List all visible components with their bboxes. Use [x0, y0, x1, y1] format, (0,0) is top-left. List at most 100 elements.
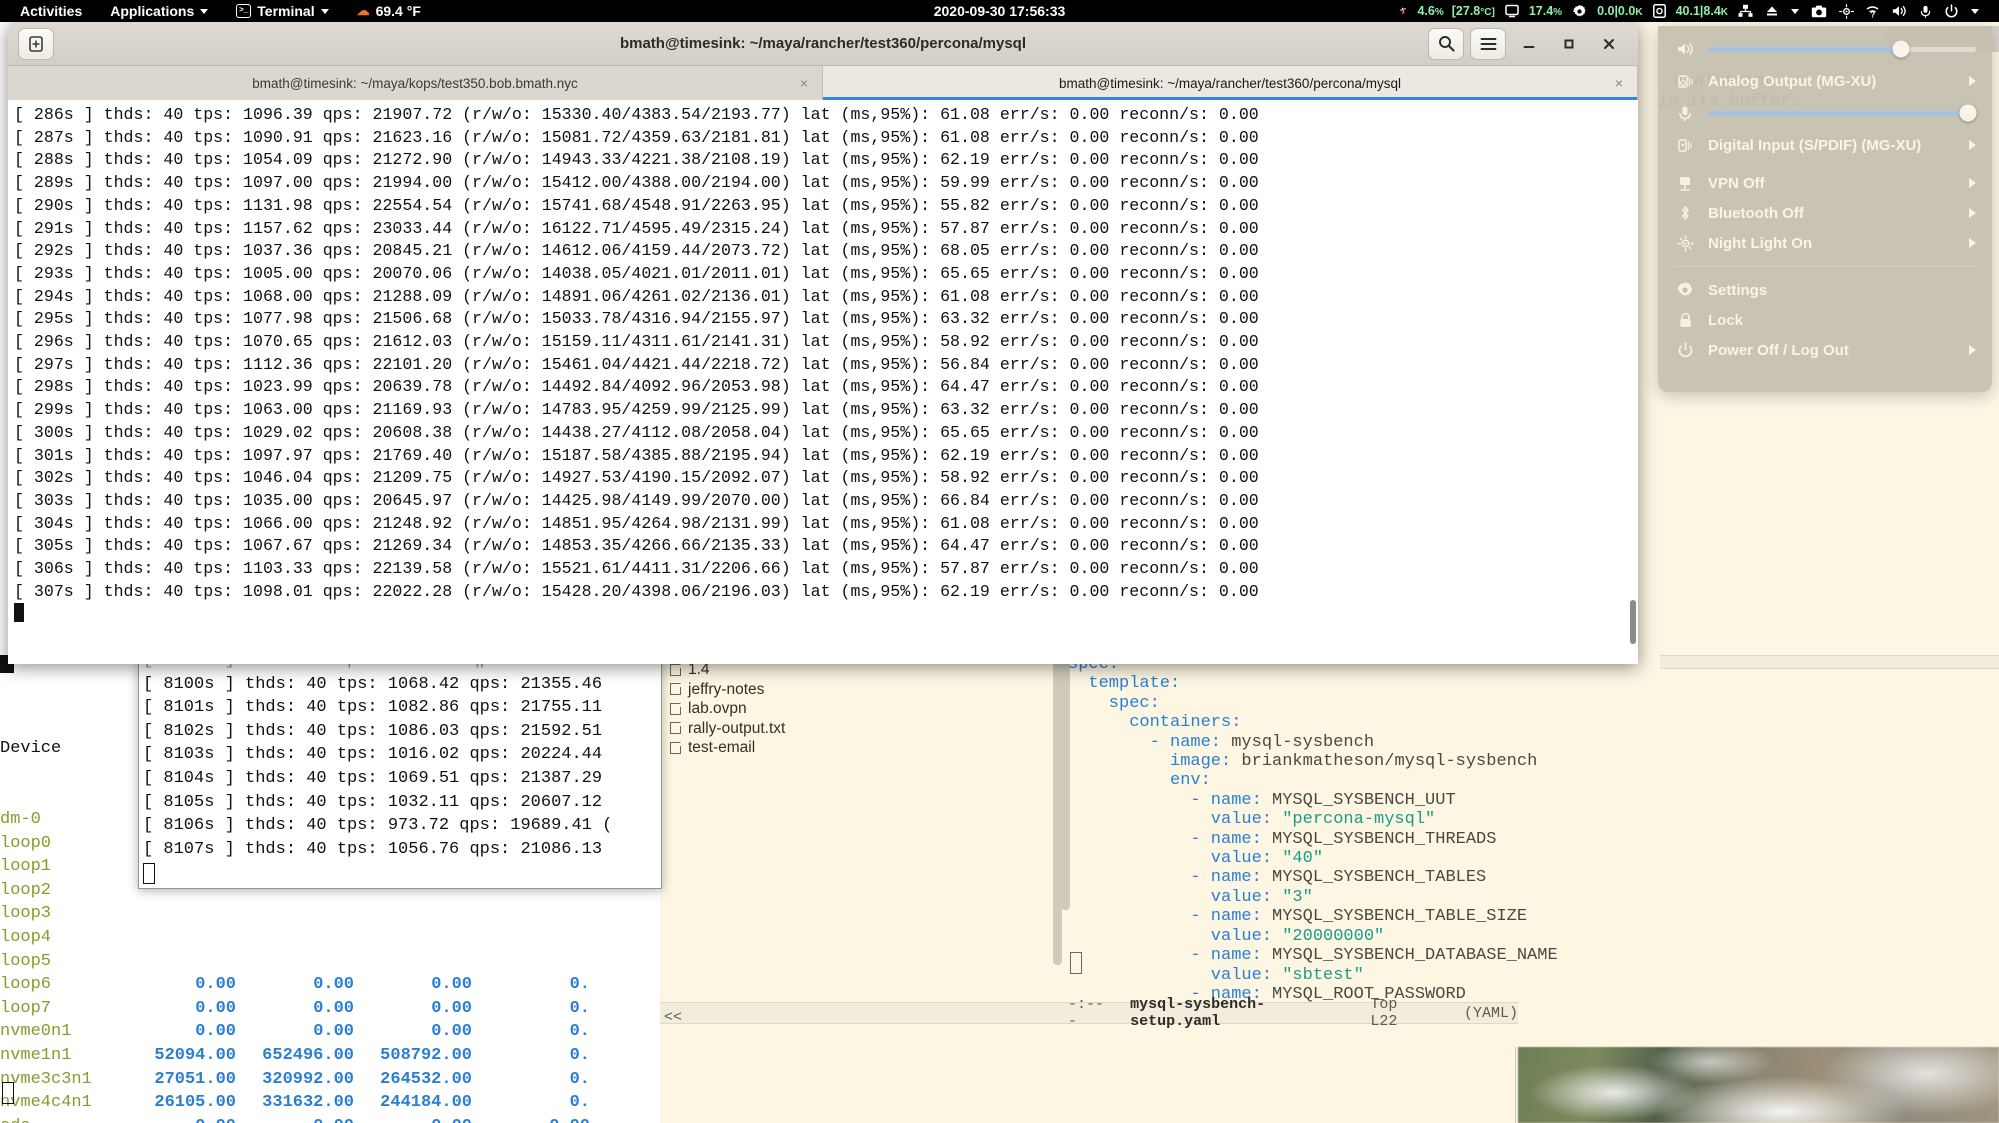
secondary-terminal-window[interactable]: [ 8099s ] thds: 40 tps: 1013.01 qps: 204… [138, 660, 662, 889]
applications-menu[interactable]: Applications [96, 0, 222, 22]
secondary-terminal-line: [ 8107s ] thds: 40 tps: 1056.76 qps: 210… [143, 839, 603, 859]
maximize-button[interactable] [1552, 27, 1586, 61]
terminal-tab-0-close-icon[interactable]: × [800, 76, 808, 90]
volume-slider-row[interactable] [1658, 32, 1992, 66]
chevron-down-icon[interactable] [1965, 0, 1985, 22]
terminal-cursor [14, 603, 24, 623]
terminal-scrollbar[interactable] [1630, 600, 1636, 644]
sysmenu-row-settings[interactable]: Settings [1658, 275, 1992, 305]
volume-slider-knob[interactable] [1892, 40, 1910, 58]
yaml-code-line: - name: MYSQL_SYSBENCH_TABLE_SIZE [1068, 907, 1668, 926]
sysmenu-row-power[interactable]: Power Off / Log Out [1658, 335, 1992, 365]
dired-file-item[interactable]: lab.ovpn [660, 699, 1054, 719]
terminal-window[interactable]: bmath@timesink: ~/maya/rancher/test360/p… [8, 22, 1638, 664]
yaml-token: "3" [1272, 887, 1313, 907]
sysmenu-spacer [1658, 160, 1992, 168]
slack-icon[interactable] [1393, 2, 1413, 20]
terminal-tabbar[interactable]: bmath@timesink: ~/maya/kops/test350.bob.… [8, 66, 1638, 100]
terminal-output-line: [ 289s ] thds: 40 tps: 1097.00 qps: 2199… [14, 173, 1259, 193]
power-icon[interactable] [1938, 0, 1965, 22]
microphone-slider-track[interactable] [1708, 104, 1977, 122]
volume-icon [1674, 41, 1696, 57]
dired-file-item[interactable]: jeffry-notes [660, 680, 1054, 700]
eject-icon[interactable] [1759, 0, 1785, 22]
sysmenu-row-analog-output[interactable]: Analog Output (MG-XU) [1658, 66, 1992, 96]
iostat-device-name: nvme3c3n1 [0, 1069, 92, 1089]
sysmenu-row-lock[interactable]: Lock [1658, 305, 1992, 335]
sysmenu-row-vpn-label: VPN Off [1708, 174, 1765, 192]
sysmenu-row-digital-input-label: Digital Input (S/PDIF) (MG-XU) [1708, 136, 1922, 154]
dired-file-list[interactable]: 1.4 jeffry-notes lab.ovpn rally-output.txt t… [660, 660, 1054, 1010]
secondary-terminal-line: [ 8105s ] thds: 40 tps: 1032.11 qps: 206… [143, 792, 603, 812]
sysmenu-row-power-label: Power Off / Log Out [1708, 341, 1849, 359]
iostat-value [472, 926, 590, 950]
dired-file-item[interactable]: rally-output.txt [660, 719, 1054, 739]
terminal-block-cursor-bottom [2, 1082, 14, 1104]
monitor-icon[interactable] [1499, 0, 1525, 22]
chevron-down-icon[interactable] [1785, 0, 1805, 22]
sysmenu-row-bluetooth[interactable]: Bluetooth Off [1658, 198, 1992, 228]
menu-button[interactable] [1470, 27, 1506, 60]
sysmenu-row-vpn[interactable]: VPN Off [1658, 168, 1992, 198]
secondary-terminal-line: [ 8106s ] thds: 40 tps: 973.72 qps: 1968… [143, 816, 613, 836]
terminal-tab-0[interactable]: bmath@timesink: ~/maya/kops/test350.bob.… [8, 66, 823, 100]
gnome-top-bar[interactable]: Activities Applications >_ Terminal ☁ 69… [0, 0, 1999, 22]
sysmenu-row-digital-input[interactable]: Digital Input (S/PDIF) (MG-XU) [1658, 130, 1992, 160]
network-question-icon[interactable]: ? [1860, 0, 1885, 22]
terminal-tab-1[interactable]: bmath@timesink: ~/maya/rancher/test360/p… [823, 66, 1638, 100]
yaml-code-line: - name: MYSQL_SYSBENCH_THREADS [1068, 830, 1668, 849]
activities-label: Activities [20, 3, 83, 19]
yaml-token: value: [1210, 965, 1273, 985]
yaml-editor-buffer[interactable]: spec: template: spec: containers: - name: my… [1068, 655, 1668, 1005]
iostat-device-name: nvme4c4n1 [0, 1093, 92, 1113]
dired-file-label: rally-output.txt [688, 719, 786, 737]
new-terminal-button[interactable] [18, 27, 54, 60]
yaml-code-line: - name: mysql-sysbench [1068, 733, 1668, 752]
search-button[interactable] [1428, 27, 1464, 60]
iostat-row: nvme4c4n1 26105.00 331632.00 244184.00 0. [0, 1091, 590, 1115]
close-button[interactable] [1592, 27, 1626, 61]
yaml-token: briankmatheson/mysql-sysbench [1231, 752, 1538, 772]
gear-icon[interactable] [1566, 0, 1593, 22]
disk-icon[interactable] [1647, 0, 1672, 22]
yaml-scrollbar[interactable] [1061, 655, 1070, 910]
iostat-value: 0.00 [431, 975, 472, 995]
dired-file-item[interactable]: test-email [660, 738, 1054, 758]
activities-button[interactable]: Activities [10, 0, 96, 22]
terminal-output-area[interactable]: [ 286s ] thds: 40 tps: 1096.39 qps: 2190… [8, 100, 1638, 664]
minimize-button[interactable] [1512, 27, 1546, 61]
microphone-icon[interactable] [1913, 0, 1938, 22]
terminal-tab-1-close-icon[interactable]: × [1615, 76, 1623, 90]
network-io-value: 40.1|8.4 [1675, 4, 1721, 18]
network-icon[interactable] [1732, 0, 1759, 22]
terminal-titlebar[interactable]: bmath@timesink: ~/maya/rancher/test360/p… [8, 22, 1638, 66]
gnome-system-menu[interactable]: Analog Output (MG-XU) Digital Input (S/P… [1658, 26, 1992, 392]
sysmenu-row-settings-label: Settings [1708, 281, 1768, 299]
weather-indicator[interactable]: ☁ 69.4 °F [343, 0, 435, 22]
app-menu-terminal[interactable]: >_ Terminal [222, 0, 342, 22]
status-area[interactable]: 4.6% [27.8°C] 17.4% 0.0|0.0K 40.1|8.4K ? [1393, 0, 1989, 22]
iostat-device-name: dm-0 [0, 809, 41, 829]
iostat-value: 331632.00 [262, 1093, 354, 1113]
yaml-code-line: spec: [1068, 694, 1668, 713]
volume-slider-track[interactable] [1708, 40, 1976, 58]
microphone-slider-row[interactable] [1658, 96, 1992, 130]
chevron-down-icon [200, 8, 209, 14]
terminal-tab-1-label: bmath@timesink: ~/maya/rancher/test360/p… [1059, 75, 1401, 91]
iostat-value: 0.00 [431, 1022, 472, 1042]
clock[interactable]: 2020-09-30 17:56:33 [934, 3, 1066, 19]
yaml-token: spec: [1108, 693, 1160, 713]
secondary-terminal-cursor [143, 863, 155, 885]
dired-file-label: lab.ovpn [688, 700, 747, 717]
secondary-terminal-line: [ 8101s ] thds: 40 tps: 1082.86 qps: 217… [143, 698, 603, 718]
iostat-row: nvme0n1 0.00 0.00 0.00 0. [0, 1020, 590, 1044]
microphone-slider-knob[interactable] [1959, 104, 1977, 122]
iostat-value [236, 950, 354, 974]
sysmenu-row-night-light[interactable]: Night Light On [1658, 228, 1992, 258]
chevron-right-icon [1969, 140, 1976, 150]
microphone-icon [1674, 105, 1696, 122]
iostat-value: 0. [569, 1022, 590, 1042]
camera-icon[interactable] [1805, 0, 1833, 22]
volume-icon[interactable] [1885, 0, 1913, 22]
brightness-icon[interactable] [1833, 0, 1860, 22]
